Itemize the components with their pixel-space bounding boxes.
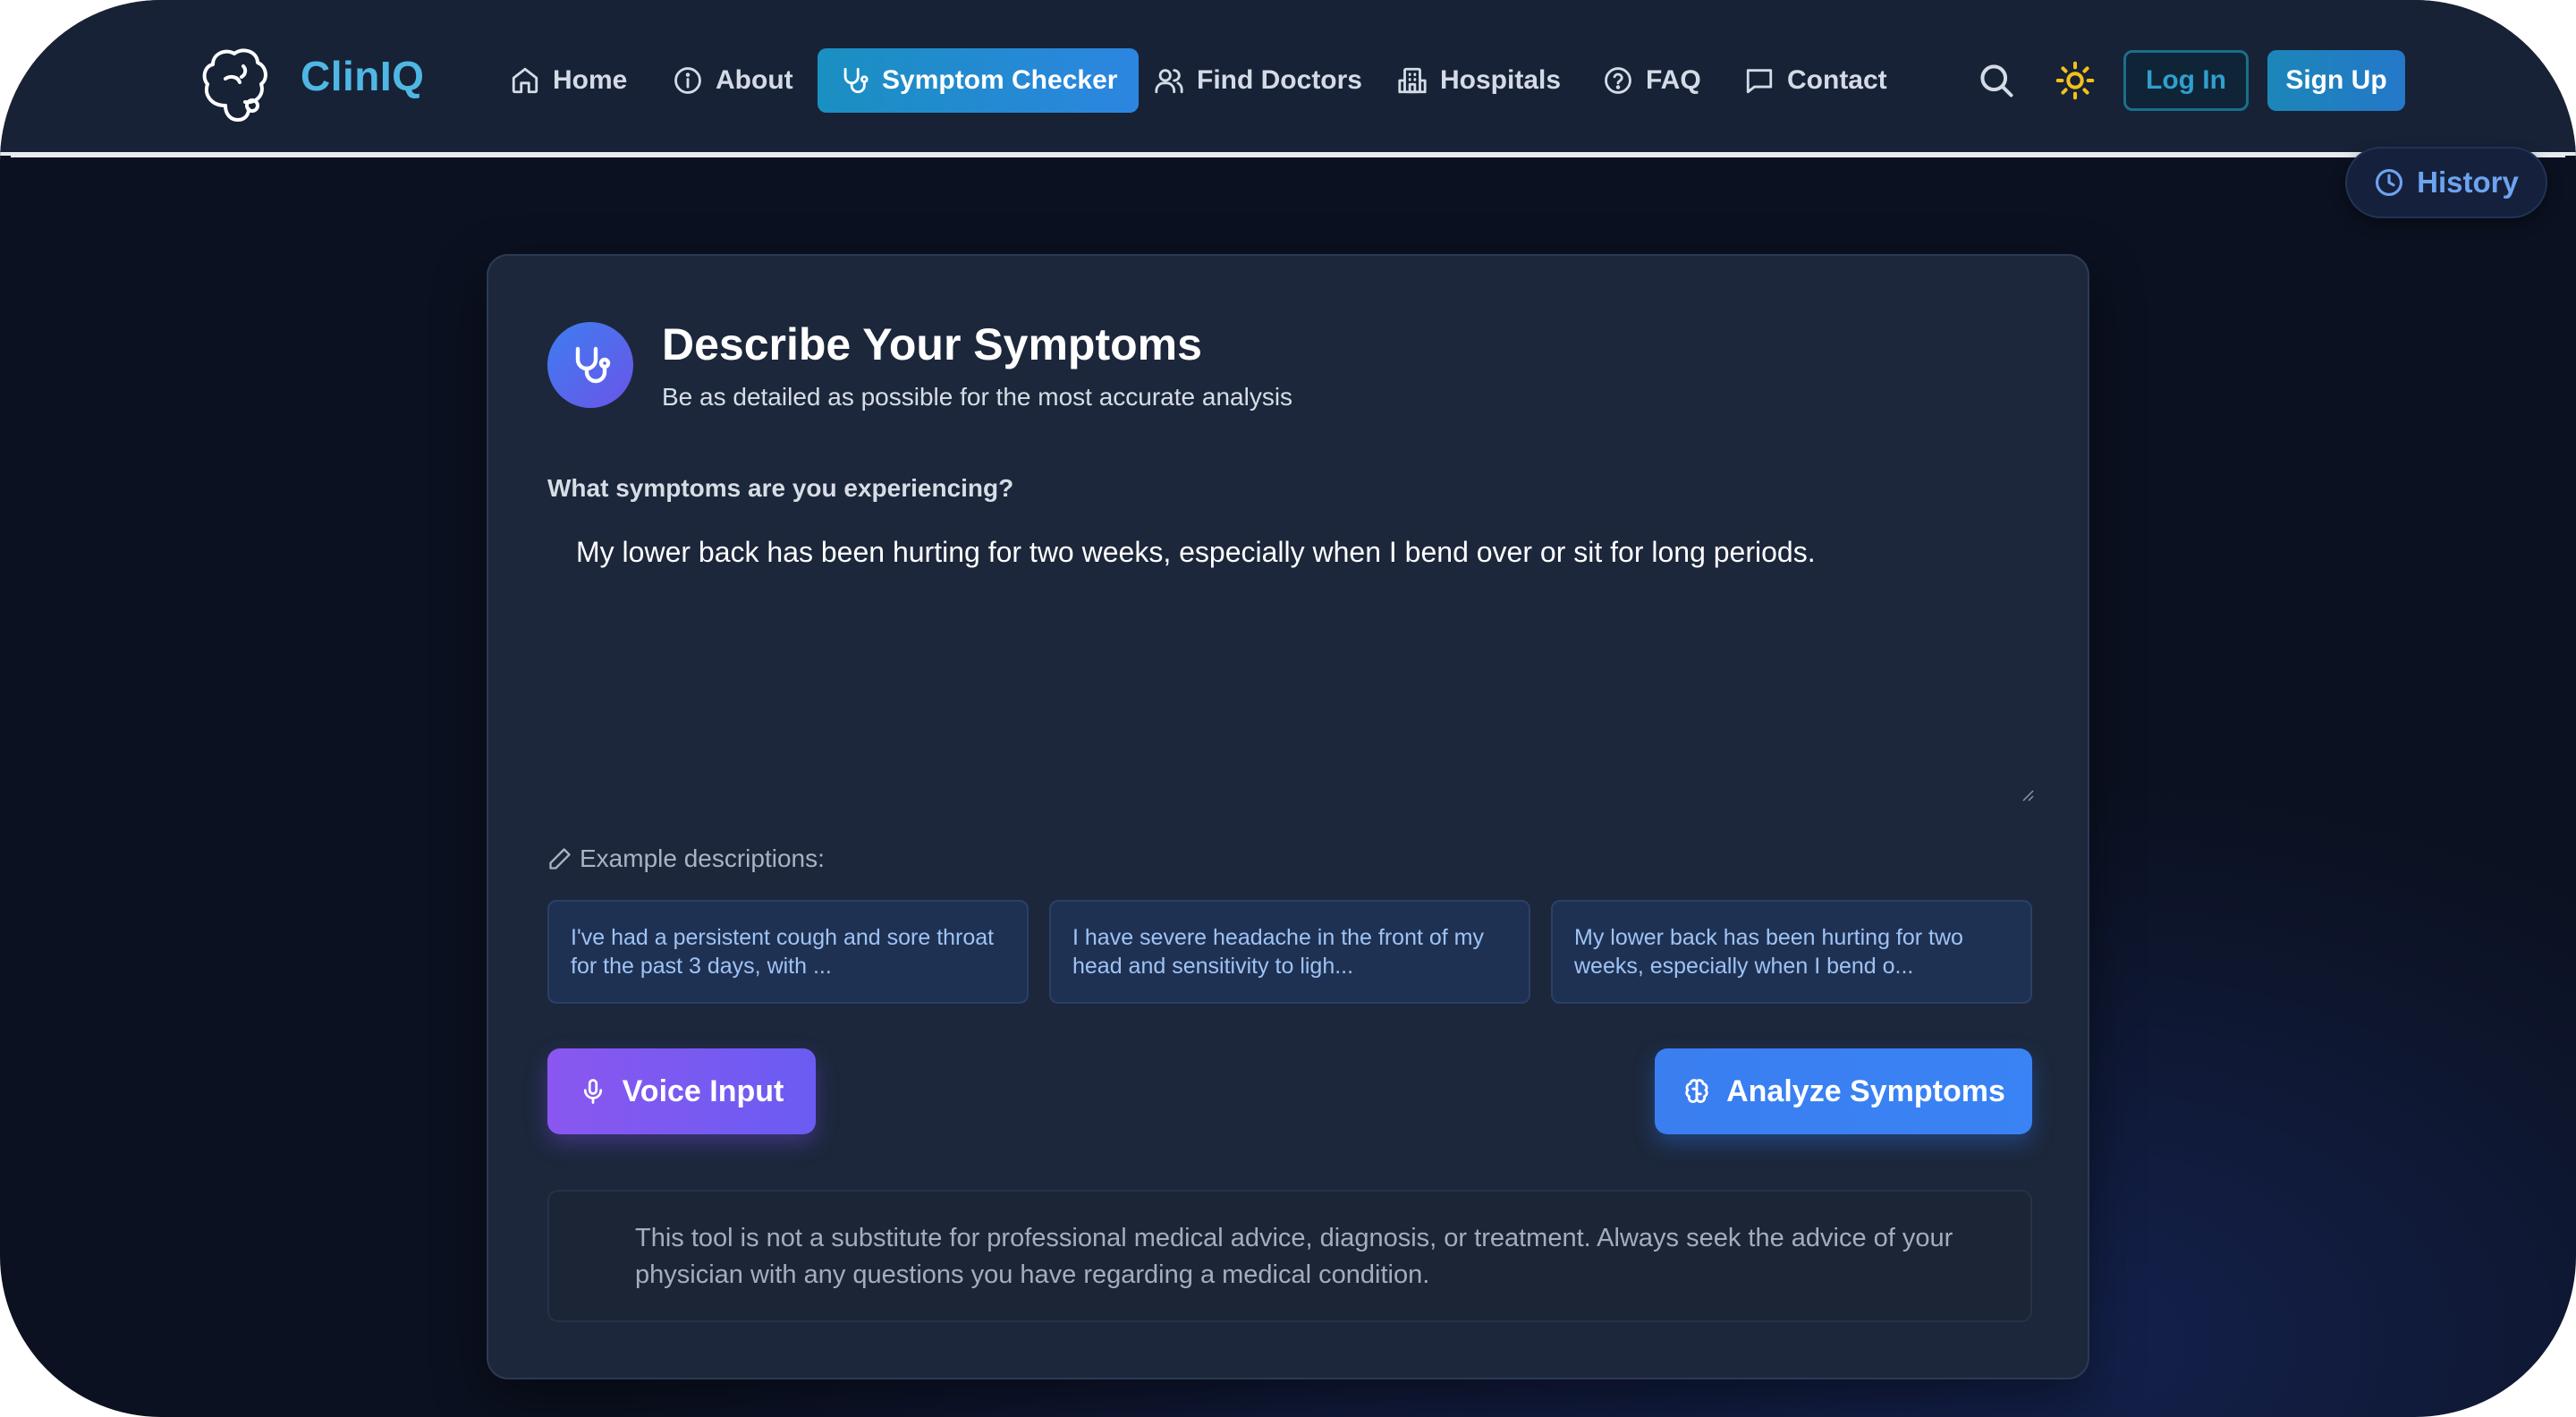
nav-contact-label: Contact (1787, 65, 1887, 95)
brain-icon (1685, 1079, 1708, 1103)
example-description-3[interactable]: My lower back has been hurting for two w… (1551, 900, 2032, 1004)
examples-label: Example descriptions: (580, 844, 825, 872)
nav-about[interactable]: About (673, 48, 793, 113)
history-button[interactable]: History (2345, 147, 2547, 218)
info-icon (674, 67, 701, 94)
brain-stethoscope-icon (202, 48, 267, 122)
nav-faq[interactable]: FAQ (1603, 48, 1701, 113)
stethoscope-icon (575, 346, 611, 384)
voice-input-button[interactable]: Voice Input (547, 1048, 816, 1134)
nav-home-label: Home (553, 65, 628, 95)
nav-hospitals[interactable]: Hospitals (1397, 48, 1561, 113)
symptoms-textarea[interactable]: My lower back has been hurting for two w… (547, 515, 2032, 800)
analyze-symptoms-label: Analyze Symptoms (1726, 1073, 2005, 1108)
symptom-card: Describe Your Symptoms Be as detailed as… (487, 254, 2089, 1379)
app-window: ClinIQ Home About Symptom Checker Find D… (0, 0, 2576, 1417)
voice-input-label: Voice Input (622, 1073, 784, 1108)
nav-hospitals-label: Hospitals (1440, 65, 1562, 95)
clock-icon (2376, 168, 2403, 197)
message-icon (1746, 69, 1773, 94)
search-icon[interactable] (1977, 61, 2016, 100)
card-subtitle: Be as detailed as possible for the most … (662, 383, 1293, 411)
navbar-divider (11, 154, 2565, 157)
pencil-icon (549, 848, 571, 870)
nav-contact[interactable]: Contact (1744, 48, 1887, 113)
card-icon-badge (547, 322, 633, 408)
app-name[interactable]: ClinIQ (301, 52, 424, 100)
nav-find-doctors[interactable]: Find Doctors (1154, 48, 1362, 113)
medical-disclaimer: This tool is not a substitute for profes… (547, 1190, 2032, 1322)
sun-icon[interactable] (2055, 61, 2095, 100)
resize-handle-icon[interactable] (2020, 787, 2034, 802)
nav-faq-label: FAQ (1646, 65, 1701, 95)
microphone-icon (583, 1079, 602, 1104)
nav-symptom-checker[interactable]: Symptom Checker (818, 48, 1140, 113)
home-icon (512, 67, 538, 94)
help-circle-icon (1605, 67, 1631, 94)
logo[interactable] (199, 43, 270, 129)
users-icon (1155, 69, 1183, 94)
example-description-1[interactable]: I've had a persistent cough and sore thr… (547, 900, 1029, 1004)
example-description-2[interactable]: I have severe headache in the front of m… (1049, 900, 1530, 1004)
nav-find-doctors-label: Find Doctors (1197, 65, 1362, 95)
examples-heading: Example descriptions: (547, 844, 825, 873)
login-button[interactable]: Log In (2123, 50, 2249, 111)
nav-about-label: About (716, 65, 793, 95)
symptoms-field-label: What symptoms are you experiencing? (547, 474, 1014, 502)
nav-symptom-checker-label: Symptom Checker (882, 65, 1118, 95)
card-title: Describe Your Symptoms (662, 319, 1202, 369)
signup-button[interactable]: Sign Up (2267, 50, 2405, 111)
building-icon (1398, 67, 1427, 94)
history-label: History (2417, 165, 2519, 199)
analyze-symptoms-button[interactable]: Analyze Symptoms (1655, 1048, 2032, 1134)
navbar: ClinIQ Home About Symptom Checker Find D… (0, 0, 2576, 156)
stethoscope-icon (843, 67, 869, 94)
nav-home[interactable]: Home (510, 48, 627, 113)
